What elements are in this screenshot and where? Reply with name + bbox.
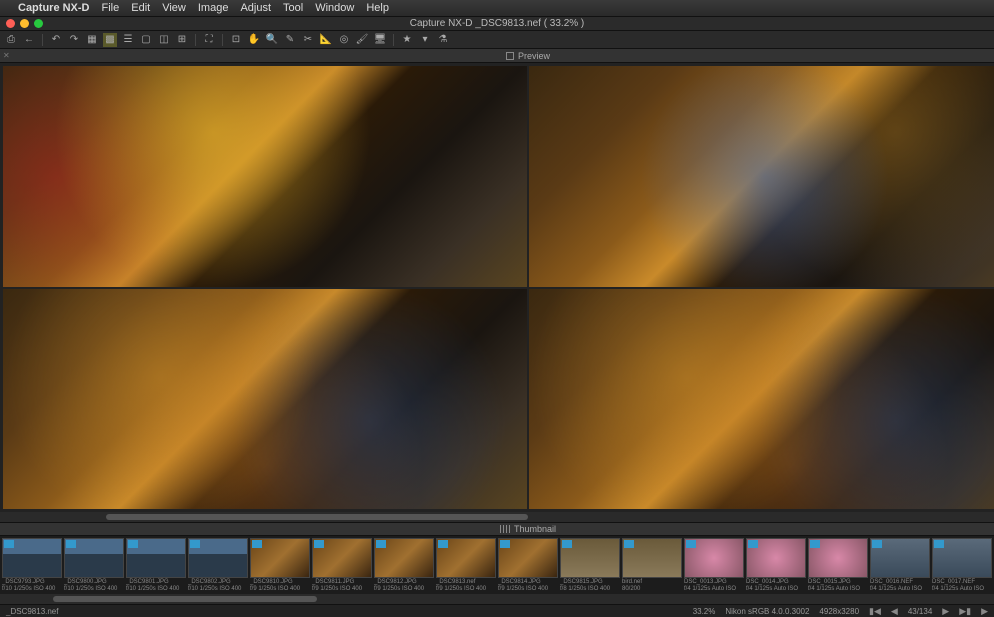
status-profile: Nikon sRGB 4.0.0.3002 (725, 607, 809, 616)
thumbnail-item[interactable]: DSC_0017.NEFf/4 1/125s Auto ISO 400 (932, 538, 992, 592)
fit-icon[interactable]: ⊡ (229, 33, 243, 47)
thumbnail-item[interactable]: _DSC9800.JPGf/10 1/250s ISO 400 (64, 538, 124, 592)
thumbnail-item[interactable]: _DSC9815.JPGf/8 1/250s ISO 400 (560, 538, 620, 592)
window-title: Capture NX-D _DSC9813.nef ( 33.2% ) (410, 18, 585, 29)
preview-quad-4[interactable] (529, 289, 994, 510)
status-dims: 4928x3280 (819, 607, 859, 616)
menu-help[interactable]: Help (366, 2, 389, 14)
preview-header: ✕ Preview ⤢ (0, 49, 994, 63)
filter-icon[interactable]: ⚗ (436, 33, 450, 47)
menu-image[interactable]: Image (198, 2, 229, 14)
thumbnail-header: Thumbnail (0, 522, 994, 536)
print-icon[interactable]: ⎙ (4, 33, 18, 47)
list-icon[interactable]: ☰ (121, 33, 135, 47)
menu-adjust[interactable]: Adjust (240, 2, 271, 14)
nav-last-icon[interactable]: ▶▮ (959, 606, 971, 617)
thumbnail-item[interactable]: _DSC9810.JPGf/9 1/250s ISO 400 (250, 538, 310, 592)
thumbnail-item[interactable]: DSC_0013.JPGf/4 1/125s Auto ISO 400 (684, 538, 744, 592)
close-window[interactable] (6, 19, 15, 28)
minimize-window[interactable] (20, 19, 29, 28)
app-name[interactable]: Capture NX-D (18, 2, 90, 14)
menu-view[interactable]: View (162, 2, 186, 14)
thumbnail-item[interactable]: _DSC9801.JPGf/10 1/250s ISO 400 (126, 538, 186, 592)
rotate-cw-icon[interactable]: ↷ (67, 33, 81, 47)
rotate-ccw-icon[interactable]: ↶ (49, 33, 63, 47)
thumbnail-grip-icon[interactable] (500, 525, 510, 533)
thumbnail-strip[interactable]: _DSC9793.JPGf/10 1/250s ISO 400_DSC9800.… (0, 536, 994, 594)
thumbnail-label: Thumbnail (514, 524, 556, 534)
star-icon[interactable]: ★ (400, 33, 414, 47)
fullscreen-icon[interactable]: ⛶ (202, 33, 216, 47)
nav-first-icon[interactable]: ▮◀ (869, 606, 881, 617)
preview-label: Preview (518, 51, 550, 61)
thumbnail-item[interactable]: _DSC9812.JPGf/9 1/250s ISO 400 (374, 538, 434, 592)
menu-window[interactable]: Window (315, 2, 354, 14)
compare-view-icon[interactable]: ◫ (157, 33, 171, 47)
traffic-lights (6, 19, 43, 28)
hand-icon[interactable]: ✋ (247, 33, 261, 47)
controlpoint-icon[interactable]: ◎ (337, 33, 351, 47)
status-position: 43/134 (908, 607, 932, 616)
thumbnail-item[interactable]: _DSC9793.JPGf/10 1/250s ISO 400 (2, 538, 62, 592)
quad-view-icon[interactable]: ⊞ (175, 33, 189, 47)
status-bar: _DSC9813.nef 33.2% Nikon sRGB 4.0.0.3002… (0, 604, 994, 617)
preview-area[interactable] (0, 63, 994, 512)
nav-prev-icon[interactable]: ◀ (891, 606, 898, 617)
thumbnail-item[interactable]: bird.nef80/200 (622, 538, 682, 592)
crop-icon[interactable]: ✂ (301, 33, 315, 47)
window-titlebar: Capture NX-D _DSC9813.nef ( 33.2% ) (0, 17, 994, 31)
nav-next-icon[interactable]: ▶ (942, 606, 949, 617)
thumbnail-item[interactable]: _DSC9813.neff/9 1/250s ISO 400 (436, 538, 496, 592)
preview-quad-3[interactable] (3, 289, 527, 510)
zoom-window[interactable] (34, 19, 43, 28)
back-icon[interactable]: ← (22, 33, 36, 47)
single-view-icon[interactable]: ▢ (139, 33, 153, 47)
straighten-icon[interactable]: 📐 (319, 33, 333, 47)
grid-small-icon[interactable]: ▩ (103, 33, 117, 47)
system-menubar: Capture NX-D File Edit View Image Adjust… (0, 0, 994, 17)
thumbnail-item[interactable]: DSC_0016.NEFf/4 1/125s Auto ISO 400 (870, 538, 930, 592)
thumbnail-item[interactable]: _DSC9802.JPGf/10 1/250s ISO 400 (188, 538, 248, 592)
brush-icon[interactable]: 🖌 (355, 33, 369, 47)
thumbnail-item[interactable]: DSC_0014.JPGf/4 1/125s Auto ISO 400 (746, 538, 806, 592)
preview-scrollbar[interactable] (0, 512, 994, 522)
thumbnail-item[interactable]: _DSC9811.JPGf/9 1/250s ISO 400 (312, 538, 372, 592)
preview-quad-2[interactable] (529, 66, 994, 287)
menu-tool[interactable]: Tool (283, 2, 303, 14)
menu-edit[interactable]: Edit (131, 2, 150, 14)
thumbnail-item[interactable]: DSC_0015.JPGf/4 1/125s Auto ISO 400 (808, 538, 868, 592)
monitor-icon[interactable]: 🖥 (373, 33, 387, 47)
thumbnail-item[interactable]: _DSC9814.JPGf/9 1/250s ISO 400 (498, 538, 558, 592)
zoom-icon[interactable]: 🔍 (265, 33, 279, 47)
nav-play-icon[interactable]: ▶ (981, 606, 988, 617)
menu-file[interactable]: File (102, 2, 120, 14)
main-toolbar: ⎙ ← ↶ ↷ ▦ ▩ ☰ ▢ ◫ ⊞ ⛶ ⊡ ✋ 🔍 ✎ ✂ 📐 ◎ 🖌 🖥 … (0, 31, 994, 49)
status-filename: _DSC9813.nef (6, 607, 58, 616)
preview-mode-icon[interactable] (506, 52, 514, 60)
preview-quad-1[interactable] (3, 66, 527, 287)
thumbnail-scrollbar[interactable] (0, 594, 994, 604)
label-icon[interactable]: ▾ (418, 33, 432, 47)
grid-large-icon[interactable]: ▦ (85, 33, 99, 47)
eyedropper-icon[interactable]: ✎ (283, 33, 297, 47)
preview-close-icon[interactable]: ✕ (3, 51, 10, 60)
status-zoom: 33.2% (693, 607, 716, 616)
